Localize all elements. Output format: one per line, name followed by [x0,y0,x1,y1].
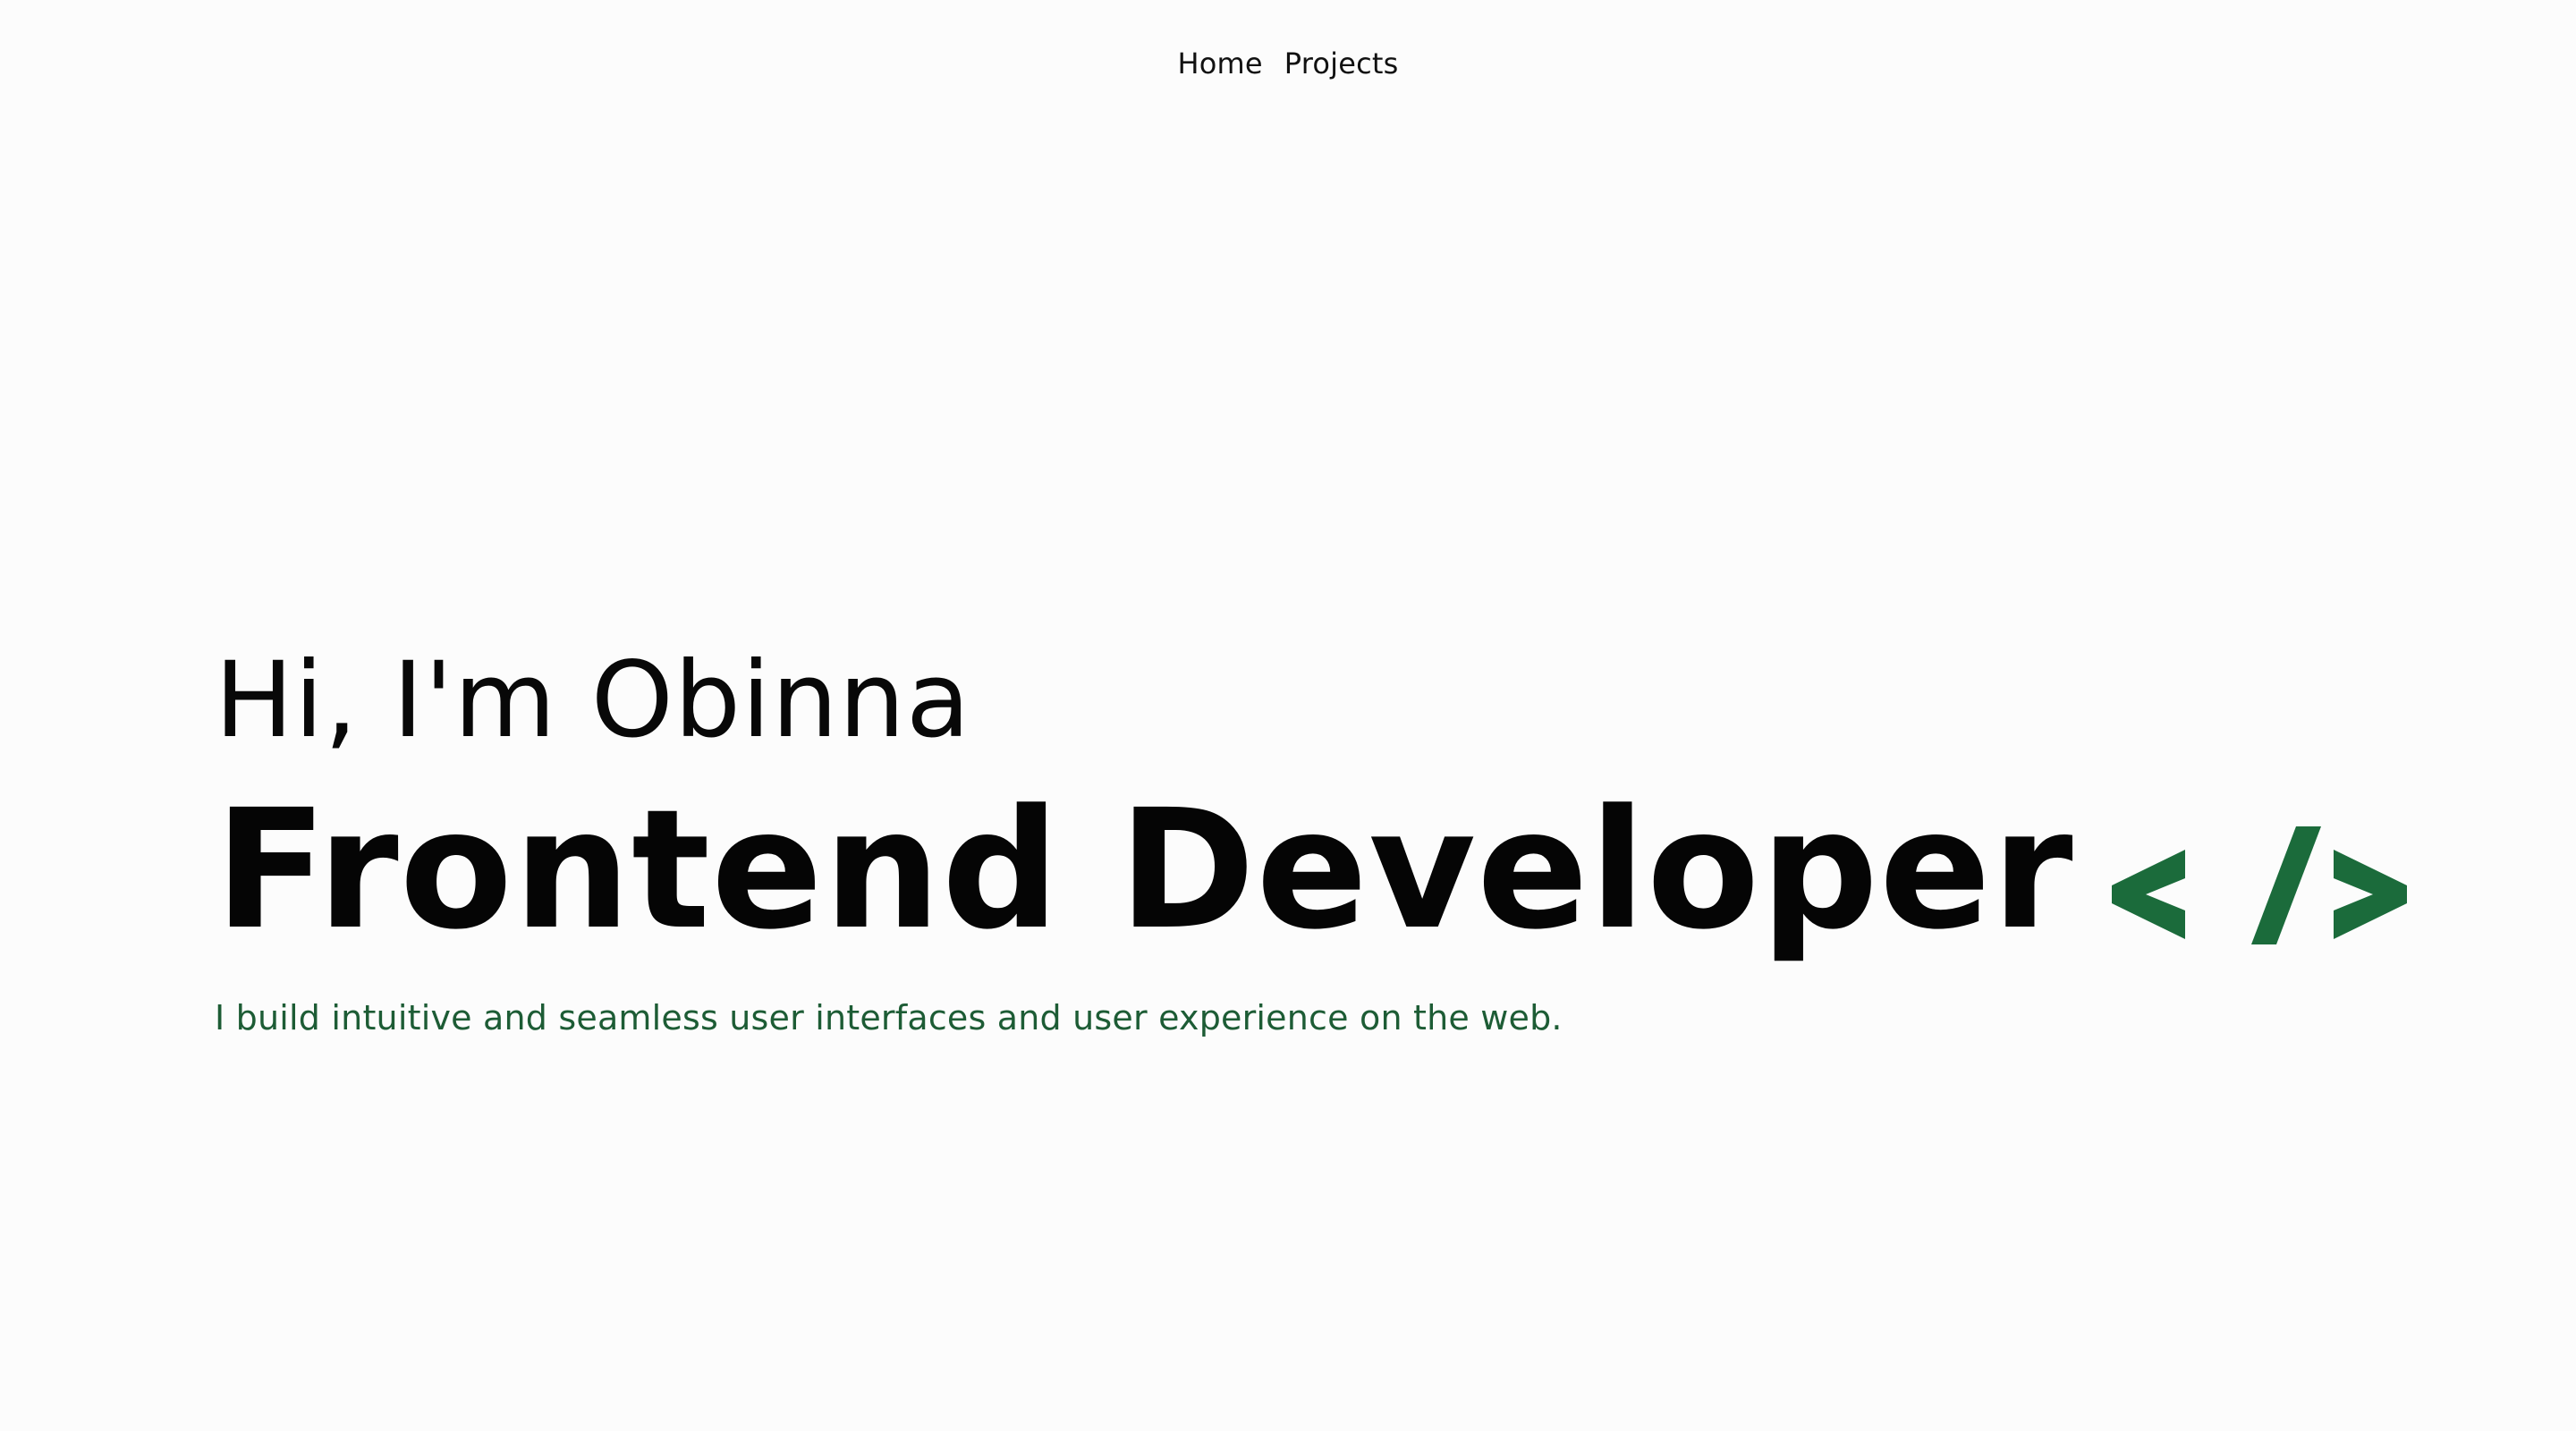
code-brackets-icon [2111,810,2407,944]
hero-title: Frontend Developer [215,775,2407,966]
hero-greeting: Hi, I'm Obinna [215,639,971,761]
nav-projects-link[interactable]: Projects [1284,41,1399,86]
hero-section: Hi, I'm Obinna Frontend Developer I buil… [215,639,2407,1043]
hero-tagline: I build intuitive and seamless user inte… [215,998,1563,1037]
nav-home-link[interactable]: Home [1177,41,1262,86]
hero-title-text: Frontend Developer [215,775,2074,966]
top-navigation: Home Projects [0,41,2576,86]
